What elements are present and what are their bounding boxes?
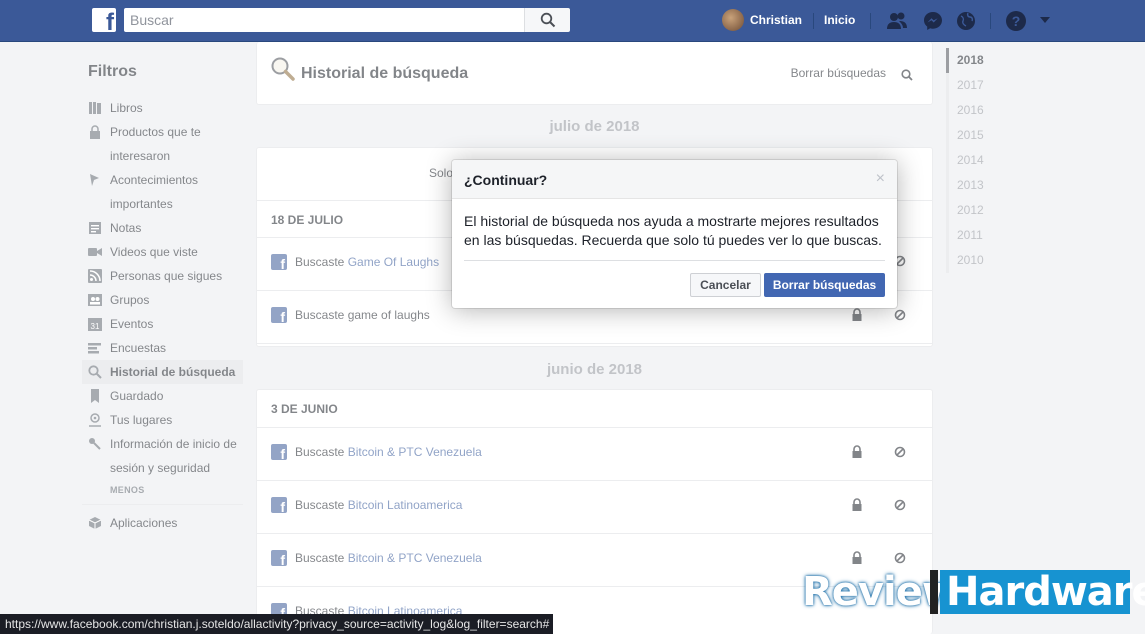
svg-text:?: ? bbox=[1012, 13, 1021, 29]
home-link[interactable]: Inicio bbox=[824, 13, 855, 27]
close-icon[interactable]: × bbox=[876, 171, 885, 187]
caret-down-icon[interactable] bbox=[1038, 14, 1052, 26]
watermark-separator bbox=[930, 570, 938, 614]
messenger-icon[interactable] bbox=[922, 10, 944, 32]
divider bbox=[870, 13, 871, 29]
dialog-header: ¿Continuar? × bbox=[452, 160, 897, 199]
divider bbox=[813, 13, 814, 29]
search-icon bbox=[540, 12, 556, 28]
search-button[interactable] bbox=[524, 8, 570, 32]
divider bbox=[990, 13, 991, 29]
dialog-message: El historial de búsqueda nos ayuda a mos… bbox=[464, 213, 882, 248]
confirm-dialog: ¿Continuar? × El historial de búsqueda n… bbox=[452, 160, 897, 308]
watermark-hardware: Hardware bbox=[940, 570, 1145, 614]
cancel-button[interactable]: Cancelar bbox=[690, 273, 761, 297]
top-bar: f Christian Inicio ? bbox=[0, 0, 1145, 42]
status-bar-url: https://www.facebook.com/christian.j.sot… bbox=[0, 614, 553, 634]
help-icon[interactable]: ? bbox=[1005, 10, 1027, 32]
modal-overlay[interactable] bbox=[0, 42, 1145, 634]
facebook-logo-icon[interactable]: f bbox=[92, 8, 116, 32]
profile-link[interactable]: Christian bbox=[750, 13, 802, 27]
friends-icon[interactable] bbox=[886, 10, 908, 32]
dialog-title: ¿Continuar? bbox=[464, 172, 548, 188]
search-input[interactable] bbox=[124, 8, 524, 32]
user-avatar[interactable] bbox=[722, 9, 744, 31]
clear-searches-button[interactable]: Borrar búsquedas bbox=[764, 273, 885, 297]
globe-icon[interactable] bbox=[955, 10, 977, 32]
divider bbox=[464, 260, 885, 261]
